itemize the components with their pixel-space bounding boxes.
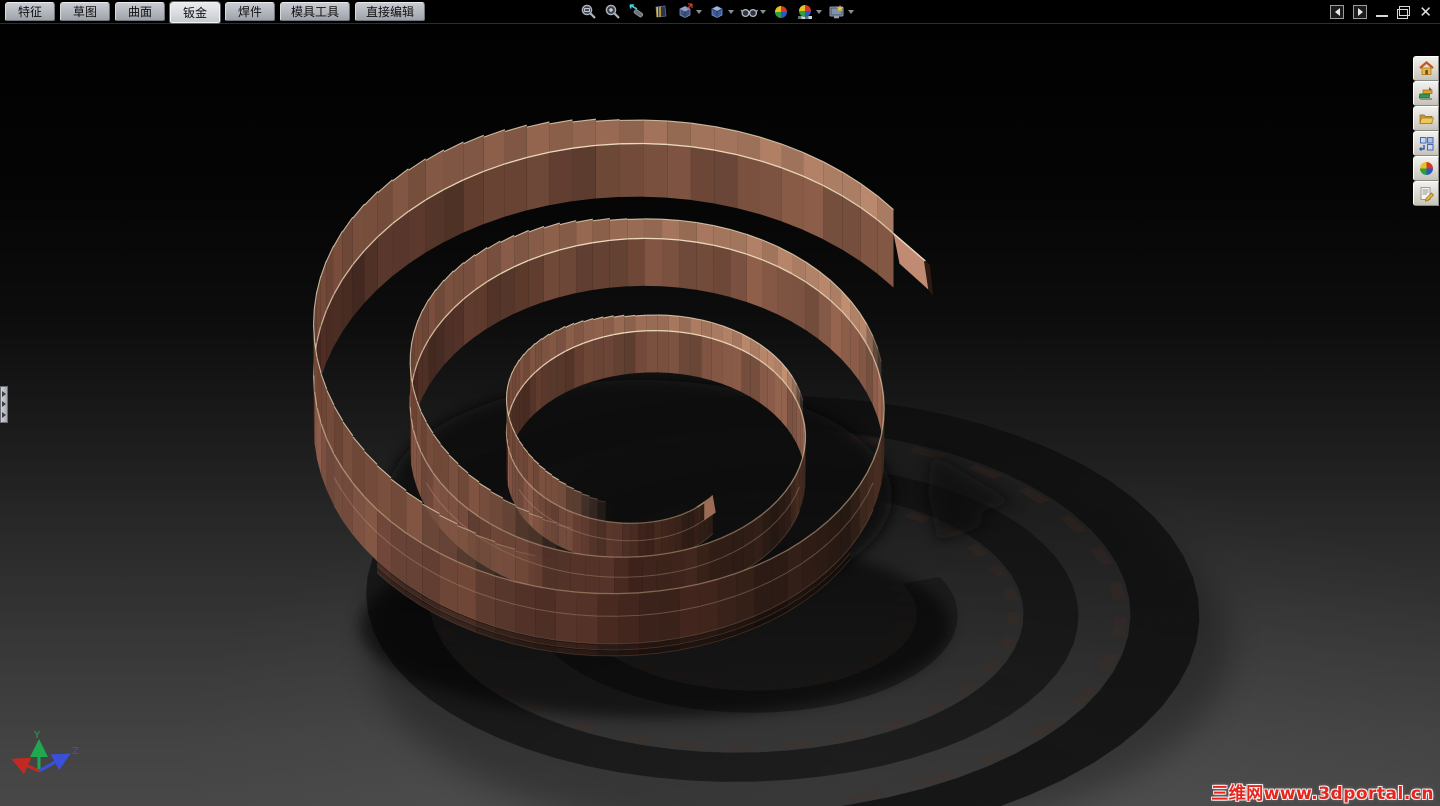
view-settings-icon (829, 5, 844, 19)
view-orientation-icon (679, 3, 693, 18)
taskpane-tab-view-palette[interactable] (1413, 131, 1439, 156)
zoom-to-fit-button[interactable] (578, 2, 600, 22)
taskpane-tab-file-explorer[interactable] (1413, 106, 1439, 131)
watermark-text: 三维网www.3dportal.cn (1211, 784, 1434, 804)
chevron-right-icon (2, 411, 6, 418)
taskpane-tab-design-library[interactable] (1413, 81, 1439, 106)
close-button[interactable]: ✕ (1419, 5, 1432, 20)
zoom-to-area-button[interactable] (602, 2, 624, 22)
solidworks-window: Y Z 三维网www.3dportal.cn 特征 草图 曲面 钣金 焊件 模具工具 直接编… (0, 0, 1440, 806)
tab-草图[interactable]: 草图 (60, 2, 110, 21)
section-view-icon (655, 5, 667, 18)
dropdown-arrow-icon[interactable] (728, 10, 734, 14)
custom-properties-icon (1420, 187, 1434, 202)
zoom-to-fit-icon (581, 4, 596, 19)
apply-scene-icon (798, 5, 812, 19)
minimize-button[interactable] (1376, 5, 1389, 19)
chevron-right-icon (2, 391, 6, 398)
featuremanager-flyout-handle[interactable] (0, 386, 8, 423)
dropdown-arrow-icon[interactable] (696, 10, 702, 14)
dropdown-arrow-icon[interactable] (760, 10, 766, 14)
tab-曲面[interactable]: 曲面 (115, 2, 165, 21)
hide-show-items-button[interactable] (738, 2, 768, 22)
zoom-to-area-icon (605, 4, 620, 19)
apply-scene-button[interactable] (794, 2, 824, 22)
dock-left-button[interactable] (1330, 5, 1345, 19)
appearances-scenes-icon (1419, 162, 1433, 175)
previous-view-button[interactable] (626, 2, 648, 22)
tab-特征[interactable]: 特征 (5, 2, 55, 21)
window-controls: ✕ (1330, 5, 1432, 20)
dock-right-button[interactable] (1353, 5, 1368, 19)
taskpane-tab-appearances-scenes[interactable] (1413, 156, 1439, 181)
tab-焊件[interactable]: 焊件 (225, 2, 275, 21)
display-style-button[interactable] (706, 2, 736, 22)
triangle-icon (1334, 8, 1340, 16)
solidworks-resources-icon (1418, 61, 1434, 75)
section-view-button[interactable] (650, 2, 672, 22)
tab-模具工具[interactable]: 模具工具 (280, 2, 351, 21)
taskpane-tab-solidworks-resources[interactable] (1413, 56, 1439, 81)
heads-up-view-toolbar (578, 2, 856, 22)
view-orientation-button[interactable] (674, 2, 704, 22)
display-style-icon (711, 6, 723, 18)
view-palette-icon (1418, 137, 1433, 151)
file-explorer-icon (1419, 114, 1434, 124)
titlebar: 特征 草图 曲面 钣金 焊件 模具工具 直接编辑 ✕ (0, 0, 1440, 24)
commandmanager-tabs: 特征 草图 曲面 钣金 焊件 模具工具 直接编辑 (5, 1, 426, 24)
chevron-right-icon (2, 401, 6, 408)
reference-triad: Y Z (11, 730, 79, 775)
task-pane-tab-strip (1413, 56, 1439, 206)
view-settings-button[interactable] (826, 2, 856, 22)
spiral-model-render (312, 118, 1230, 806)
edit-appearance-icon (775, 6, 787, 18)
triad-z-axis (38, 753, 71, 773)
triad-z-label: Z (72, 746, 79, 757)
dropdown-arrow-icon[interactable] (848, 10, 854, 14)
tab-直接编辑[interactable]: 直接编辑 (355, 2, 426, 21)
edit-appearance-button[interactable] (770, 2, 792, 22)
dropdown-arrow-icon[interactable] (816, 10, 822, 14)
graphics-viewport[interactable]: Y Z 三维网www.3dportal.cn (0, 24, 1440, 806)
previous-view-icon (629, 4, 644, 18)
restore-button[interactable] (1397, 5, 1411, 19)
triad-y-label: Y (33, 730, 41, 741)
tab-钣金[interactable]: 钣金 (169, 1, 221, 24)
design-library-icon (1418, 87, 1432, 100)
triad-x-axis (11, 757, 40, 775)
triangle-icon (1357, 8, 1363, 16)
hide-show-items-icon (740, 8, 758, 18)
taskpane-tab-custom-properties[interactable] (1413, 181, 1439, 206)
